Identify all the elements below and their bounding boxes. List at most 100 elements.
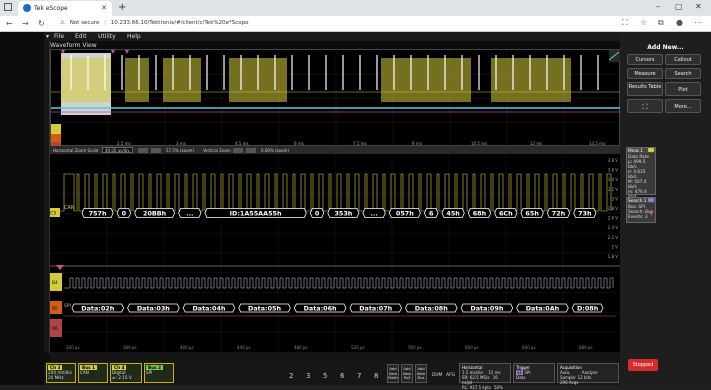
add-ref-button[interactable]: Add New Ref	[401, 364, 413, 383]
can-packet-label: 353h	[334, 209, 352, 217]
channel-7-button[interactable]: 7	[357, 372, 361, 380]
maximize-icon[interactable]: ▢	[675, 2, 683, 11]
warning-icon: ⚠	[60, 20, 65, 26]
d6-label: D6	[52, 326, 58, 331]
search-marker-icon: ▼	[649, 210, 654, 217]
horizontal-badge[interactable]: Horizontal 1.5 ms/div 15 ms SR: 62.5 MS/…	[459, 363, 511, 390]
spi-packet-label: Data:05h	[248, 304, 281, 312]
bus1-badge[interactable]: Bus 1 CAN	[78, 363, 108, 383]
back-icon[interactable]: ←	[6, 19, 13, 28]
more-button[interactable]: More...	[665, 99, 701, 113]
can-packet-label: 20BBh	[143, 209, 167, 217]
spi-packet-label: Data:06h	[304, 304, 337, 312]
horizontal-rl: RL: 937.5 kpts	[462, 385, 491, 390]
profile-icon[interactable]: ●	[676, 18, 683, 27]
search-button[interactable]: Search	[665, 68, 701, 79]
close-window-icon[interactable]: ✕	[695, 2, 702, 11]
add-bus-button[interactable]: Add New Bus	[415, 364, 427, 383]
can-packet-label: 057h	[396, 209, 414, 217]
dvm-button[interactable]: DVM	[432, 373, 442, 378]
main-time-label: 680 µs	[579, 345, 593, 350]
zoom-out-button[interactable]	[151, 147, 161, 153]
afg-button[interactable]: AFG	[446, 373, 455, 378]
channel-8-button[interactable]: 8	[374, 372, 378, 380]
graticule	[50, 154, 620, 352]
zoomed-waveform[interactable]: 757h 0 20BBh... ID:1A55AA55h 0 353h... 057h 6 45…	[48, 154, 620, 369]
v-zoom-value: 0.00% (zoom)	[261, 148, 289, 153]
bus2-badge[interactable]: Bus 2 SPI	[144, 363, 174, 383]
v-zoom-in-button[interactable]	[233, 147, 243, 153]
trigger-badge[interactable]: Trigger S1 SPI Data	[513, 363, 555, 383]
callout-button[interactable]: Callout	[665, 54, 701, 65]
ch4-badge[interactable]: Ch 4 Digital ≠: 2.15 V	[110, 363, 142, 383]
zoom-in-button[interactable]	[138, 147, 148, 153]
ch3-badge[interactable]: Ch 3 200 mV/div 20 MHz	[46, 363, 76, 383]
overview-waveform[interactable]: 2.5 ms 3 ms 4.5 ms 6 ms 7.5 ms 9 ms 10.5 ms 12 …	[50, 49, 621, 147]
right-panel: Add New... Cursors Callout Measure Searc…	[620, 32, 711, 385]
browser-menu-icon[interactable]	[4, 3, 12, 11]
channel-3-button[interactable]: 3	[306, 372, 310, 380]
menu-edit[interactable]: Edit	[75, 33, 87, 40]
main-time-label: 520 µs	[351, 345, 365, 350]
meas-badge[interactable]: Meas 1 Data Rate µ: 499.5 kb/s σ: 4.635 …	[626, 147, 656, 204]
measure-button[interactable]: Measure	[627, 68, 663, 79]
voltage-label: 3.6 V	[608, 168, 619, 173]
url-warning-label: Not secure	[69, 20, 100, 26]
acquisition-badge[interactable]: Acquisition Auto, Analyze Sample: 12 bit…	[557, 363, 619, 385]
cursors-button[interactable]: Cursors	[627, 54, 663, 65]
h-zoom-scale-field[interactable]: 40.00 us/div	[102, 147, 133, 153]
main-time-label: 360 µs	[123, 345, 137, 350]
menu-file[interactable]: File	[54, 33, 64, 40]
browser-tab[interactable]: Tek eScope ✕	[18, 1, 112, 16]
voltage-label: 3.8 V	[608, 158, 619, 163]
menu-icon[interactable]: ▾	[46, 33, 49, 40]
more-icon[interactable]: ⋯	[694, 18, 702, 27]
channel-5-button[interactable]: 5	[323, 372, 327, 380]
reload-icon[interactable]: ↻	[38, 19, 45, 28]
reading-view-icon[interactable]: ⛶	[622, 18, 628, 28]
run-stop-button[interactable]: Stopped	[628, 359, 658, 371]
voltage-label: 2.2 V	[608, 235, 619, 240]
main-time-label: 560 µs	[408, 345, 422, 350]
acq-count: 290 Acqs	[560, 380, 579, 385]
forward-icon[interactable]: →	[22, 19, 29, 28]
main-time-label: 400 µs	[180, 345, 194, 350]
channel-6-button[interactable]: 6	[340, 372, 344, 380]
can-packet-label: ...	[370, 209, 377, 217]
favorites-icon[interactable]: ☆	[640, 18, 647, 27]
main-time-axis: 320 µs 360 µs 400 µs 440 µs 480 µs 520 µs 560 …	[66, 345, 593, 350]
spi-packet-label: Data:04h	[192, 304, 225, 312]
url-field[interactable]: ⚠ Not secure | 10.233.66.10/Tektronix/#/…	[60, 20, 249, 26]
menu-utility[interactable]: Utility	[98, 33, 116, 40]
trigger-marker[interactable]	[56, 265, 64, 270]
spi-packet-label: Data:07h	[359, 304, 392, 312]
collections-icon[interactable]: ⧉	[658, 18, 664, 28]
voltage-label: 2.8 V	[608, 206, 619, 211]
voltage-label: 1.8 V	[608, 254, 619, 259]
results-table-button[interactable]: Results Table	[627, 82, 663, 96]
add-math-l3: Math	[388, 375, 398, 380]
tab-close-icon[interactable]: ✕	[101, 4, 107, 12]
h-zoom-position: 57.5% (zoom)	[166, 148, 194, 153]
ch4-threshold: ≠: 2.15 V	[112, 375, 132, 380]
can-packet-label: 45h	[446, 209, 460, 217]
plot-button[interactable]: Plot	[665, 82, 701, 96]
meas-line: σ: 4.635 kb/s	[628, 169, 646, 179]
v-zoom-out-button[interactable]	[246, 147, 256, 153]
d4-trace-path	[64, 277, 614, 289]
search-color-icon	[648, 198, 654, 202]
tab-favicon-icon	[23, 4, 31, 12]
voltage-label: 2 V	[611, 244, 618, 249]
add-math-button[interactable]: Add New Math	[387, 364, 399, 383]
overview-burst	[125, 58, 149, 102]
scope-app: ▾ File Edit Utility Help Waveform View 2…	[0, 32, 711, 390]
voltage-label: 3.4 V	[608, 177, 619, 182]
screenshot-icon[interactable]: ⛶	[627, 99, 663, 113]
minimize-icon[interactable]: –	[656, 2, 660, 11]
search-badge[interactable]: Search 1 Bus: SPI Search: Bus Events: 3 …	[626, 197, 656, 223]
can-packet-label: 0	[122, 209, 127, 217]
overview-burst	[61, 58, 111, 102]
channel-2-button[interactable]: 2	[289, 372, 293, 380]
new-tab-button[interactable]: +	[118, 2, 126, 13]
menu-help[interactable]: Help	[127, 33, 141, 40]
